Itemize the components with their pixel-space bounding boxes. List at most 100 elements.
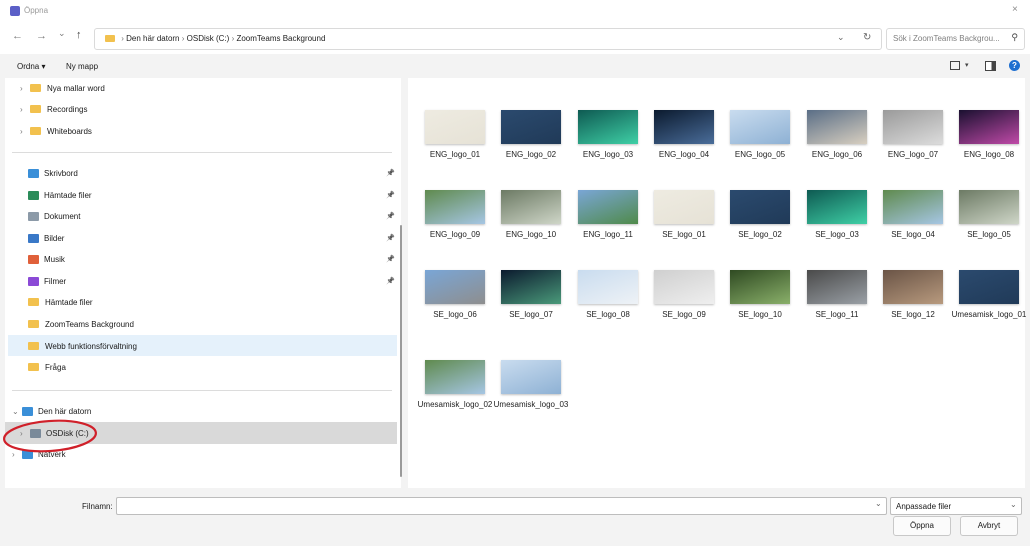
quick-access-item[interactable]: Fråga (28, 357, 66, 377)
file-item[interactable]: SE_logo_04 (875, 190, 951, 240)
breadcrumb-separator-icon: › (231, 34, 235, 43)
document-icon (28, 211, 39, 221)
file-item[interactable]: Umesamisk_logo_03 (493, 360, 569, 410)
pin-icon[interactable]: 📌 (386, 169, 395, 177)
quick-access-item[interactable]: Bilder (28, 228, 64, 248)
file-name: SE_logo_12 (891, 310, 935, 319)
recent-locations-icon[interactable]: ⌄ (58, 28, 66, 39)
file-name: SE_logo_09 (662, 310, 706, 319)
pin-icon[interactable]: 📌 (386, 255, 395, 263)
pin-icon[interactable]: 📌 (386, 277, 395, 285)
filename-dropdown-icon[interactable]: ⌄ (875, 499, 882, 508)
file-thumbnail (578, 110, 638, 144)
breadcrumb-pc[interactable]: Den här datorn (126, 34, 179, 43)
chevron-right-icon[interactable]: › (20, 84, 30, 93)
help-icon[interactable]: ? (1009, 60, 1020, 71)
file-thumbnail (730, 190, 790, 224)
quick-access-item[interactable]: Hämtade filer (28, 185, 92, 205)
file-item[interactable]: ENG_logo_10 (493, 190, 569, 240)
quick-access-label: Filmer (44, 276, 67, 286)
file-item[interactable]: ENG_logo_01 (417, 110, 493, 160)
new-folder-button[interactable]: Ny mapp (66, 62, 98, 71)
file-item[interactable]: ENG_logo_11 (570, 190, 646, 240)
pin-icon[interactable]: 📌 (386, 234, 395, 242)
file-item[interactable]: SE_logo_08 (570, 270, 646, 320)
file-item[interactable]: SE_logo_03 (799, 190, 875, 240)
back-icon[interactable]: ← (12, 30, 23, 42)
nav-item-whiteboards[interactable]: › Whiteboards (20, 121, 92, 141)
quick-access-item[interactable]: Webb funktionsförvaltning (28, 336, 137, 356)
file-item[interactable]: ENG_logo_09 (417, 190, 493, 240)
quick-access-item[interactable]: Skrivbord (28, 163, 78, 183)
file-item[interactable]: ENG_logo_02 (493, 110, 569, 160)
file-item[interactable]: ENG_logo_03 (570, 110, 646, 160)
file-item[interactable]: ENG_logo_07 (875, 110, 951, 160)
preview-pane-icon[interactable] (985, 61, 996, 71)
quick-access-label: ZoomTeams Background (45, 319, 134, 329)
pin-icon[interactable]: 📌 (386, 212, 395, 220)
file-name: SE_logo_01 (662, 230, 706, 239)
view-dropdown-icon[interactable]: ▾ (965, 61, 969, 69)
close-icon[interactable]: × (1012, 4, 1018, 15)
desktop-icon (28, 168, 39, 178)
file-item[interactable]: ENG_logo_08 (951, 110, 1027, 160)
chevron-right-icon[interactable]: › (20, 105, 30, 114)
nav-item-recordings[interactable]: › Recordings (20, 99, 87, 119)
quick-access-item[interactable]: Musik (28, 249, 65, 269)
chevron-right-icon[interactable]: › (20, 127, 30, 136)
file-item[interactable]: ENG_logo_06 (799, 110, 875, 160)
filetype-select[interactable]: Anpassade filer ⌄ (890, 497, 1022, 515)
quick-access-label: Skrivbord (44, 168, 78, 178)
file-item[interactable]: SE_logo_11 (799, 270, 875, 320)
file-name: Umesamisk_logo_01 (951, 310, 1027, 319)
file-item[interactable]: SE_logo_10 (722, 270, 798, 320)
file-item[interactable]: Umesamisk_logo_02 (417, 360, 493, 410)
file-item[interactable]: SE_logo_07 (493, 270, 569, 320)
file-item[interactable]: SE_logo_01 (646, 190, 722, 240)
file-thumbnail (654, 190, 714, 224)
address-dropdown-icon[interactable]: ⌄ (837, 32, 845, 43)
file-item[interactable]: SE_logo_06 (417, 270, 493, 320)
breadcrumb-folder[interactable]: ZoomTeams Background (236, 34, 325, 43)
quick-access-item[interactable]: Dokument (28, 206, 80, 226)
file-item[interactable]: SE_logo_02 (722, 190, 798, 240)
breadcrumb: › Den här datorn › OSDisk (C:) › ZoomTea… (105, 34, 325, 43)
address-bar[interactable]: › Den här datorn › OSDisk (C:) › ZoomTea… (94, 28, 882, 50)
search-input[interactable]: Sök i ZoomTeams Backgrou... (893, 34, 1000, 43)
quick-access-item[interactable]: Hämtade filer (28, 292, 93, 312)
file-name: SE_logo_02 (738, 230, 782, 239)
view-mode-icon[interactable] (950, 61, 960, 70)
file-item[interactable]: ENG_logo_05 (722, 110, 798, 160)
quick-access-item[interactable]: ZoomTeams Background (28, 314, 134, 334)
refresh-icon[interactable]: ↻ (863, 32, 871, 43)
navigation-scrollbar[interactable] (400, 225, 402, 477)
nav-item-nya-mallar-word[interactable]: › Nya mallar word (20, 78, 105, 98)
file-item[interactable]: SE_logo_12 (875, 270, 951, 320)
file-item[interactable]: ENG_logo_04 (646, 110, 722, 160)
file-item[interactable]: SE_logo_05 (951, 190, 1027, 240)
quick-access-item[interactable]: Filmer (28, 271, 66, 291)
file-thumbnail (501, 110, 561, 144)
file-name: SE_logo_11 (815, 310, 859, 319)
file-item[interactable]: SE_logo_09 (646, 270, 722, 320)
forward-icon[interactable]: → (36, 30, 47, 42)
organize-button[interactable]: Ordna ▾ (17, 62, 45, 71)
folder-icon (105, 35, 115, 42)
breadcrumb-separator-icon: › (121, 34, 124, 43)
cancel-button[interactable]: Avbryt (960, 516, 1018, 536)
folder-icon (28, 342, 39, 350)
file-name: ENG_logo_10 (505, 230, 557, 239)
search-box[interactable]: Sök i ZoomTeams Backgrou... ⚲ (886, 28, 1025, 50)
pin-icon[interactable]: 📌 (386, 191, 395, 199)
file-name: SE_logo_10 (738, 310, 782, 319)
open-button[interactable]: Öppna (893, 516, 951, 536)
file-name: ENG_logo_11 (583, 230, 633, 239)
breadcrumb-disk[interactable]: OSDisk (C:) (187, 34, 230, 43)
quick-access-label: Bilder (44, 233, 65, 243)
annotation-circle (3, 419, 97, 453)
file-thumbnail (807, 270, 867, 304)
filename-input[interactable] (116, 497, 887, 515)
up-icon[interactable]: ↑ (76, 29, 82, 41)
file-name: SE_logo_04 (891, 230, 935, 239)
file-item[interactable]: Umesamisk_logo_01 (951, 270, 1027, 320)
